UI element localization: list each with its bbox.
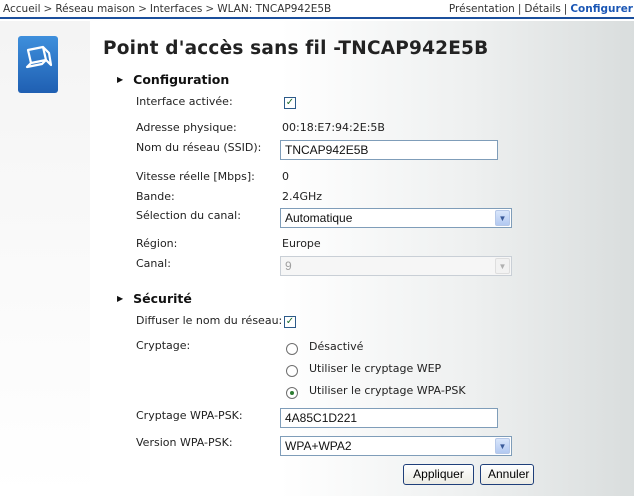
wireless-device-icon bbox=[18, 36, 58, 93]
encryption-disabled-radio[interactable] bbox=[286, 343, 298, 355]
interface-enabled-label: Interface activée: bbox=[136, 95, 233, 108]
expand-triangle-icon: ▶ bbox=[117, 294, 124, 303]
encryption-label: Cryptage: bbox=[136, 339, 191, 352]
wpa-psk-version-label: Version WPA-PSK: bbox=[136, 436, 233, 449]
top-navigation-bar: Accueil > Réseau maison > Interfaces > WLAN: T… bbox=[0, 0, 634, 19]
wpa-psk-version-value: WPA+WPA2 bbox=[285, 439, 352, 453]
breadcrumb-interfaces-link[interactable]: Interfaces bbox=[150, 3, 202, 15]
encryption-wep-label: Utiliser le cryptage WEP bbox=[309, 362, 442, 375]
region-label: Région: bbox=[136, 237, 178, 250]
channel-value: 9 bbox=[285, 259, 292, 273]
view-link-divider: | bbox=[563, 3, 568, 15]
region-value: Europe bbox=[282, 237, 321, 250]
expand-triangle-icon: ▶ bbox=[117, 75, 124, 84]
channel-selection-label: Sélection du canal: bbox=[136, 209, 241, 222]
mac-address-value: 00:18:E7:94:2E:5B bbox=[282, 121, 385, 134]
band-value: 2.4GHz bbox=[282, 190, 323, 203]
channel-selection-value: Automatique bbox=[285, 211, 353, 225]
cancel-button[interactable]: Annuler bbox=[480, 464, 534, 485]
broadcast-ssid-checkbox[interactable]: ✓ bbox=[284, 316, 296, 328]
mac-address-label: Adresse physique: bbox=[136, 121, 237, 134]
channel-select: 9 ▼ bbox=[280, 256, 512, 276]
ssid-input[interactable]: TNCAP942E5B bbox=[280, 140, 498, 160]
encryption-disabled-label: Désactivé bbox=[309, 340, 364, 353]
breadcrumb: Accueil > Réseau maison > Interfaces > WLAN: T… bbox=[3, 3, 331, 15]
band-label: Bande: bbox=[136, 190, 175, 203]
configure-link[interactable]: Configurer bbox=[570, 3, 633, 15]
wpa-psk-key-input[interactable]: 4A85C1D221 bbox=[280, 408, 498, 428]
presentation-link[interactable]: Présentation bbox=[449, 3, 515, 15]
security-heading: Sécurité bbox=[133, 291, 192, 306]
configuration-section-header[interactable]: ▶ Configuration bbox=[117, 72, 229, 87]
configuration-heading: Configuration bbox=[133, 72, 230, 87]
view-link-divider: | bbox=[517, 3, 522, 15]
chevron-down-icon[interactable]: ▼ bbox=[495, 210, 510, 226]
breadcrumb-separator: > bbox=[205, 3, 215, 15]
wpa-psk-key-label: Cryptage WPA-PSK: bbox=[136, 409, 243, 422]
main-content: Point d'accès sans fil -TNCAP942E5B ▶ Con… bbox=[90, 21, 634, 496]
wpa-psk-version-select[interactable]: WPA+WPA2 ▼ bbox=[280, 436, 512, 456]
breadcrumb-current: WLAN: TNCAP942E5B bbox=[217, 3, 332, 15]
broadcast-ssid-label: Diffuser le nom du réseau: bbox=[136, 314, 283, 327]
breadcrumb-separator: > bbox=[43, 3, 53, 15]
page-title: Point d'accès sans fil -TNCAP942E5B bbox=[103, 38, 489, 59]
actual-speed-label: Vitesse réelle [Mbps]: bbox=[136, 170, 255, 183]
chevron-down-icon: ▼ bbox=[495, 258, 510, 274]
encryption-wep-radio[interactable] bbox=[286, 365, 298, 377]
encryption-wpa-psk-label: Utiliser le cryptage WPA-PSK bbox=[309, 384, 466, 397]
breadcrumb-home-link[interactable]: Accueil bbox=[3, 3, 41, 15]
breadcrumb-home-network-link[interactable]: Réseau maison bbox=[55, 3, 135, 15]
interface-enabled-checkbox[interactable]: ✓ bbox=[284, 97, 296, 109]
details-link[interactable]: Détails bbox=[524, 3, 560, 15]
actual-speed-value: 0 bbox=[282, 170, 289, 183]
view-mode-links: Présentation | Détails | Configurer bbox=[449, 3, 633, 15]
channel-label: Canal: bbox=[136, 257, 171, 270]
apply-button[interactable]: Appliquer bbox=[403, 464, 474, 485]
ssid-label: Nom du réseau (SSID): bbox=[136, 141, 262, 154]
encryption-wpa-psk-radio[interactable] bbox=[286, 387, 298, 399]
breadcrumb-separator: > bbox=[138, 3, 147, 15]
chevron-down-icon[interactable]: ▼ bbox=[495, 438, 510, 454]
channel-selection-select[interactable]: Automatique ▼ bbox=[280, 208, 512, 228]
security-section-header[interactable]: ▶ Sécurité bbox=[117, 291, 192, 306]
